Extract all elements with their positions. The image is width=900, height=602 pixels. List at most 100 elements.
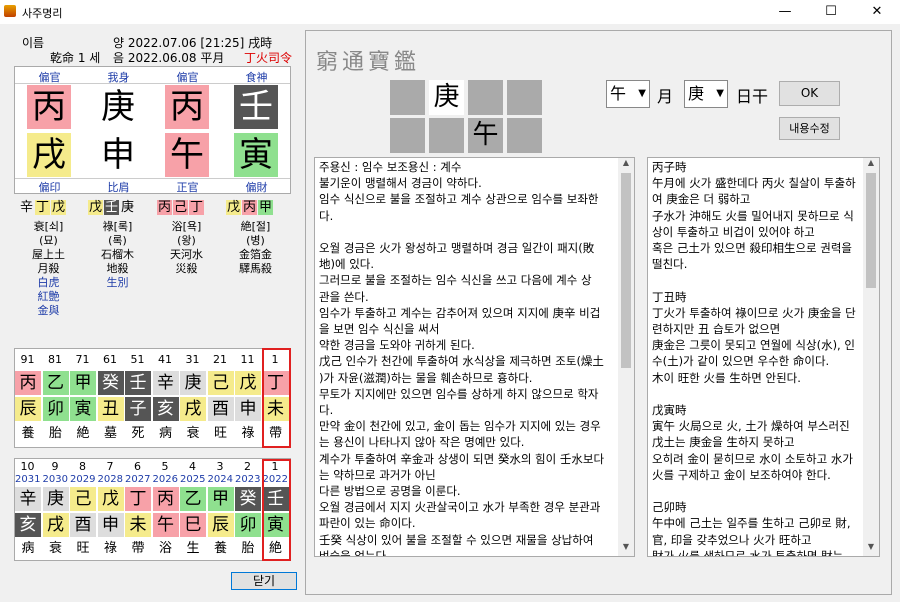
text-line: 을 보면 임수 식신을 써서: [319, 322, 440, 337]
daeun-age: 81: [48, 353, 62, 366]
hour-text-scrollbar[interactable]: ▲ ▼: [863, 158, 879, 556]
day-select[interactable]: 庚 ▼: [684, 80, 728, 108]
seun-year: 2024: [207, 474, 233, 485]
seun-year: 2025: [180, 474, 206, 485]
daeun-stem: 乙: [42, 371, 69, 395]
minimize-button[interactable]: —: [762, 0, 808, 24]
daeun-age: 11: [240, 353, 255, 366]
text-line: 오히려 金이 묻히므로 水이 소토하고 水가: [652, 451, 853, 466]
seun-age: 5: [161, 460, 169, 473]
empty-cell: [468, 80, 503, 115]
seun-branch: 辰: [207, 513, 234, 537]
text-line: 오월 경금은 火가 왕성하고 맹렬하며 경금 일간이 패지(敗: [319, 241, 595, 256]
text-line: 혹은 己土가 있으면 殺印相生으로 권력을: [652, 241, 853, 256]
text-line: 다른 방법으로 공명을 이룬다.: [319, 484, 461, 499]
text-line: 子水가 沖해도 火를 밀어내지 못하므로 식: [652, 208, 854, 223]
text-line: 는 용신이 나타나지 않아 작은 명예만 있다.: [319, 435, 525, 450]
seun-branch: 卯: [235, 513, 261, 537]
scroll-down-icon[interactable]: ▼: [863, 542, 879, 556]
daeun-branch: 申: [235, 397, 261, 421]
hour-text-box[interactable]: 丙子時 午月에 火가 盛한데다 丙火 칠살이 투출하 여 庚金은 더 弱하고 子水가 …: [647, 157, 880, 557]
daeun-branch: 丑: [97, 397, 124, 421]
month-label: 月: [657, 87, 674, 106]
month-select[interactable]: 午 ▼: [606, 80, 650, 108]
close-button[interactable]: 닫기: [231, 572, 297, 590]
pillar-bottom-label: 偏印: [38, 181, 61, 194]
main-text-box[interactable]: 주용신 : 임수 보조용신 : 계수 불기운이 맹렬해서 경금이 약하다. 임수 식…: [314, 157, 635, 557]
seun-branch: 巳: [180, 513, 206, 537]
hidden-stem: 壬: [104, 200, 119, 215]
current-seun-highlight: [262, 459, 291, 561]
text-line: 丙子時: [652, 160, 687, 174]
napeum: 天河水: [170, 248, 203, 261]
title-bar: 사주명리 — ☐ ✕: [0, 0, 900, 24]
pillar-bottom-label: 正官: [176, 181, 199, 194]
seun-branch: 午: [152, 513, 179, 537]
scroll-up-icon[interactable]: ▲: [863, 158, 879, 172]
seun-stem: 乙: [180, 487, 206, 511]
sinsal-extra: 金與: [37, 304, 60, 317]
day-stem: 庚: [96, 85, 140, 129]
seun-state: 旺: [76, 541, 90, 556]
hidden-stem: 丁: [35, 200, 50, 215]
maximize-button[interactable]: ☐: [808, 0, 854, 24]
seun-state: 養: [213, 541, 227, 556]
daeun-state: 衰: [186, 426, 200, 441]
main-text-content: 주용신 : 임수 보조용신 : 계수 불기운이 맹렬해서 경금이 약하다. 임수 식…: [315, 158, 634, 556]
sinsal: 月殺: [37, 262, 60, 275]
seun-stem: 癸: [235, 487, 261, 511]
month-branch: 午: [165, 133, 209, 177]
daeun-branch: 子: [125, 397, 151, 421]
text-line: 寅午 火局으로 火, 土가 燥하여 부스러진: [652, 419, 850, 434]
scroll-up-icon[interactable]: ▲: [618, 158, 634, 172]
seun-state: 衰: [48, 541, 62, 556]
seun-age: 7: [106, 460, 114, 473]
scroll-thumb[interactable]: [866, 173, 876, 288]
daeun-state: 死: [131, 426, 145, 441]
napeum: 石榴木: [101, 248, 134, 261]
daeun-state: 祿: [241, 426, 255, 441]
hour-text-content: 丙子時 午月에 火가 盛한데다 丙火 칠살이 투출하 여 庚金은 더 弱하고 子水가 …: [648, 158, 879, 557]
daeun-branch: 酉: [207, 397, 234, 421]
growth-sub: (묘): [39, 234, 58, 247]
hidden-stem: 戊: [226, 200, 241, 215]
hidden-stem: 甲: [258, 200, 273, 215]
text-line: 官, 印을 갖추었으나 火가 旺하고: [652, 532, 812, 547]
text-line: 만약 金이 천간에 있고, 金이 돕는 임수가 지지에 있는 경우: [319, 419, 601, 434]
seun-stem: 丙: [152, 487, 179, 511]
daeun-state: 養: [21, 426, 35, 441]
daeun-stem: 辛: [152, 371, 179, 395]
name-label: 이름: [22, 36, 45, 50]
hidden-stem: 辛: [19, 200, 33, 215]
hour-stem: 丙: [27, 85, 71, 129]
seun-state: 生: [186, 541, 200, 556]
seun-year: 2031: [15, 474, 41, 485]
daeun-age: 31: [185, 353, 200, 366]
day-branch: 申: [96, 133, 140, 177]
main-text-scrollbar[interactable]: ▲ ▼: [618, 158, 634, 556]
daeun-state: 病: [158, 426, 172, 441]
daeun-branch: 卯: [42, 397, 69, 421]
scroll-thumb[interactable]: [621, 173, 631, 368]
hidden-stem: 庚: [120, 200, 134, 215]
text-line: 午月에 火가 盛한데다 丙火 칠살이 투출하: [652, 176, 856, 191]
seun-stem: 辛: [15, 487, 41, 511]
seun-stem: 丁: [125, 487, 151, 511]
daeun-stem: 戊: [235, 371, 261, 395]
panel-title: 窮通寶鑑: [316, 50, 421, 75]
edit-button[interactable]: 내용수정: [779, 117, 840, 140]
hidden-stem: 丙: [242, 200, 257, 215]
scroll-down-icon[interactable]: ▼: [618, 542, 634, 556]
daeun-branch: 寅: [70, 397, 96, 421]
text-line: 임수 식신으로 불을 조절하고 계수 상관으로 임수를 보좌한: [319, 192, 599, 207]
day-label: 日干: [736, 87, 769, 106]
text-line: [652, 386, 861, 402]
lunar-date: 음 2022.06.08 平月: [113, 51, 225, 65]
text-line: 財가 火를 생하므로 水가 투출하면 財는: [652, 548, 844, 557]
growth-stage: 祿[록]: [102, 220, 133, 233]
text-line: 약한 경금을 도와야 귀하게 된다.: [319, 338, 475, 353]
sinsal: 驛馬殺: [239, 262, 272, 275]
ok-button[interactable]: OK: [779, 81, 840, 106]
close-window-button[interactable]: ✕: [854, 0, 900, 24]
seun-age: 3: [216, 460, 224, 473]
